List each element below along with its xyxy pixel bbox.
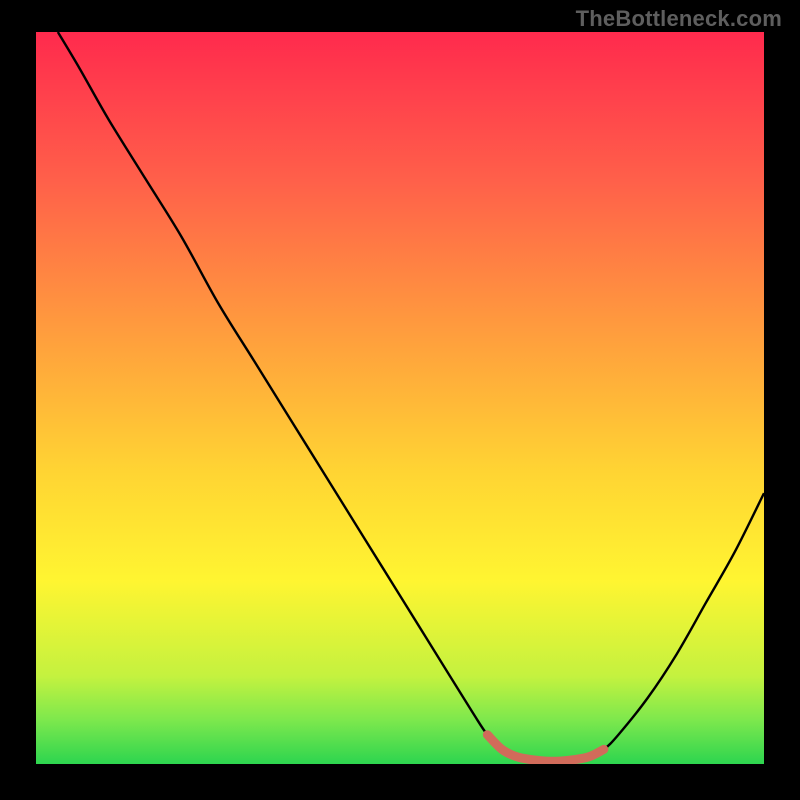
chart-container: TheBottleneck.com (0, 0, 800, 800)
watermark-text: TheBottleneck.com (576, 6, 782, 32)
plot-area (36, 32, 764, 764)
gradient-background (36, 32, 764, 764)
chart-svg (36, 32, 764, 764)
